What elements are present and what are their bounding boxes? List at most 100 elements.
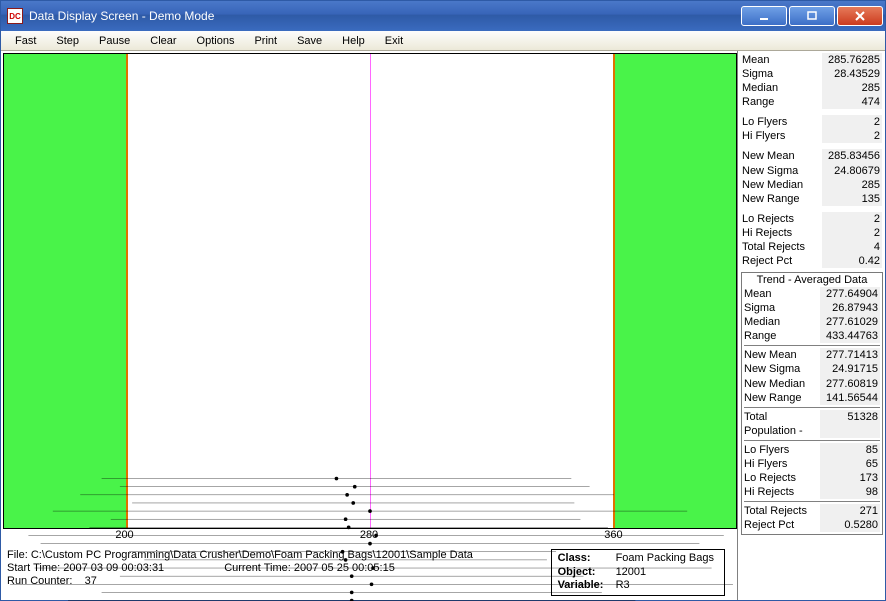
stat-value: 65: [820, 457, 880, 471]
stat-label: Hi Flyers: [742, 129, 785, 143]
menubar: Fast Step Pause Clear Options Print Save…: [1, 31, 885, 51]
stat-value: 285.83456: [822, 149, 882, 163]
stat-value: 277.71413: [820, 348, 880, 362]
stat-label: Mean: [744, 287, 772, 301]
stat-value: 0.5280: [820, 518, 880, 532]
stat-label: Reject Pct: [742, 254, 792, 268]
stat-label: New Range: [742, 192, 799, 206]
stat-value: 2: [822, 212, 882, 226]
stat-value: 51328: [820, 410, 880, 438]
stat-label: Median: [744, 315, 780, 329]
stat-row: New Range 135: [742, 192, 882, 206]
stat-row: New Sigma 24.80679: [742, 164, 882, 178]
stat-label: New Mean: [742, 149, 795, 163]
stat-row: Hi Flyers2: [742, 129, 882, 143]
stat-label: New Median: [742, 178, 803, 192]
menu-save[interactable]: Save: [287, 33, 332, 49]
stat-label: Lo Rejects: [744, 471, 796, 485]
stats-panel: Mean285.76285Sigma28.43529Median285Range…: [737, 51, 885, 600]
stat-row: Range 433.44763: [744, 329, 880, 343]
stat-label: New Median: [744, 377, 805, 391]
stat-value: 285: [822, 178, 882, 192]
stat-label: Lo Rejects: [742, 212, 794, 226]
stat-label: Total Rejects: [742, 240, 805, 254]
stat-row: Lo Flyers 2: [742, 115, 882, 129]
stat-row: New Median 285: [742, 178, 882, 192]
stat-value: 28.43529: [822, 67, 882, 81]
stat-value: 85: [820, 443, 880, 457]
tick-mid: 280: [360, 529, 378, 541]
stat-value: 285: [822, 81, 882, 95]
stat-value: 277.60819: [820, 377, 880, 391]
stat-label: Hi Rejects: [744, 485, 794, 499]
tick-high: 360: [604, 529, 622, 541]
stat-row: Lo Rejects 2: [742, 212, 882, 226]
stat-value: 98: [820, 485, 880, 499]
stat-row: Reject Pct0.5280: [744, 518, 880, 532]
stat-row: New Mean 277.71413: [744, 348, 880, 362]
stat-label: New Sigma: [742, 164, 798, 178]
stat-label: Lo Flyers: [742, 115, 787, 129]
stat-value: 141.56544: [820, 391, 880, 405]
stat-value: 24.91715: [820, 362, 880, 376]
tick-low: 200: [115, 529, 133, 541]
stat-label: Median: [742, 81, 778, 95]
stat-value: 277.64904: [820, 287, 880, 301]
client-area: 200 280 360 File: C:\Custom PC Programmi…: [1, 51, 885, 600]
stat-value: 2: [822, 115, 882, 129]
trend-box: Trend - Averaged Data Mean277.64904Sigma…: [741, 272, 883, 535]
stat-row: Reject Pct 0.42: [742, 254, 882, 268]
titlebar: DC Data Display Screen - Demo Mode: [1, 1, 885, 31]
stat-row: Mean 285.76285: [742, 53, 882, 67]
stat-value: 271: [820, 504, 880, 518]
stat-value: 433.44763: [820, 329, 880, 343]
stat-row: Range474: [742, 95, 882, 109]
stat-value: 135: [822, 192, 882, 206]
stat-value: 4: [822, 240, 882, 254]
minimize-button[interactable]: [741, 6, 787, 26]
menu-print[interactable]: Print: [244, 33, 287, 49]
stat-row: New Range 141.56544: [744, 391, 880, 405]
stat-value: 2: [822, 226, 882, 240]
left-pane: 200 280 360 File: C:\Custom PC Programmi…: [1, 51, 737, 600]
stat-row: New Sigma24.91715: [744, 362, 880, 376]
stat-label: Hi Rejects: [742, 226, 792, 240]
stat-row: Total Rejects 4: [742, 240, 882, 254]
stat-label: Range: [744, 329, 776, 343]
data-lines: [4, 54, 736, 601]
stat-value: 285.76285: [822, 53, 882, 67]
stat-row: Hi Flyers65: [744, 457, 880, 471]
stat-row: Total Rejects271: [744, 504, 880, 518]
stat-value: 24.80679: [822, 164, 882, 178]
stat-row: New Mean 285.83456: [742, 149, 882, 163]
stat-label: New Mean: [744, 348, 797, 362]
chart-area: [3, 53, 737, 529]
stat-row: New Median 277.60819: [744, 377, 880, 391]
menu-help[interactable]: Help: [332, 33, 375, 49]
close-button[interactable]: [837, 6, 883, 26]
menu-options[interactable]: Options: [187, 33, 245, 49]
menu-pause[interactable]: Pause: [89, 33, 140, 49]
stat-label: Sigma: [744, 301, 775, 315]
maximize-button[interactable]: [789, 6, 835, 26]
stat-label: Lo Flyers: [744, 443, 789, 457]
menu-exit[interactable]: Exit: [375, 33, 413, 49]
menu-clear[interactable]: Clear: [140, 33, 186, 49]
stat-label: Range: [742, 95, 774, 109]
stat-label: New Range: [744, 391, 801, 405]
x-axis: 200 280 360: [3, 529, 735, 547]
menu-step[interactable]: Step: [46, 33, 89, 49]
stat-label: Total Population -: [744, 410, 820, 438]
stat-value: 0.42: [822, 254, 882, 268]
stat-label: Mean: [742, 53, 770, 67]
stat-row: Lo Flyers 85: [744, 443, 880, 457]
app-window: DC Data Display Screen - Demo Mode Fast …: [0, 0, 886, 601]
stat-row: Hi Rejects 2: [742, 226, 882, 240]
stat-value: 26.87943: [820, 301, 880, 315]
stat-row: Sigma 26.87943: [744, 301, 880, 315]
stat-row: Total Population - 51328: [744, 410, 880, 438]
stat-row: Mean 277.64904: [744, 287, 880, 301]
menu-fast[interactable]: Fast: [5, 33, 46, 49]
app-icon: DC: [7, 8, 23, 24]
window-title: Data Display Screen - Demo Mode: [29, 9, 741, 23]
